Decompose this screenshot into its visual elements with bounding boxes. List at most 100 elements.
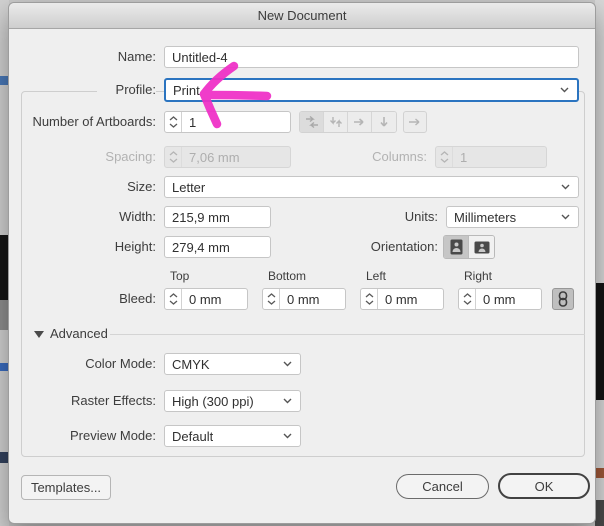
columns-stepper-field: 1: [435, 146, 547, 168]
spacing-label: Spacing:: [105, 149, 156, 164]
name-row: Name: Untitled-4: [9, 46, 595, 68]
stepper-down-icon: [365, 300, 373, 305]
background-patch: [595, 500, 604, 526]
height-row: Height: 279,4 mm Orientation:: [9, 235, 595, 259]
stepper-down-icon: [169, 300, 177, 305]
bleed-row: Bleed: 0 mm 0 mm 0 mm 0 mm: [9, 288, 595, 310]
stepper-icons[interactable]: [361, 289, 378, 309]
grid-by-row-icon[interactable]: [300, 112, 324, 132]
dropdown-chevron-icon: [283, 361, 292, 367]
raster-effects-dropdown[interactable]: High (300 ppi): [164, 390, 301, 412]
height-label: Height:: [114, 239, 156, 254]
portrait-orientation-icon: [450, 239, 462, 255]
landscape-orientation-button[interactable]: [469, 236, 494, 258]
stepper-up-icon: [463, 293, 471, 298]
orientation-label: Orientation:: [370, 239, 438, 254]
dropdown-chevron-icon: [561, 214, 570, 220]
bleed-labels-row: Top Bottom Left Right: [9, 269, 595, 283]
size-row: Size: Letter: [9, 176, 595, 198]
spacing-value: 7,06 mm: [189, 149, 240, 165]
artboards-label: Number of Artboards:: [32, 114, 156, 129]
background-patch: [595, 283, 604, 400]
width-input[interactable]: 215,9 mm: [164, 206, 271, 228]
bleed-bottom-value: 0 mm: [287, 291, 320, 307]
stepper-down-icon: [463, 300, 471, 305]
stepper-icons: [436, 147, 453, 167]
advanced-section-header[interactable]: Advanced: [9, 323, 595, 345]
color-mode-row: Color Mode: CMYK: [9, 353, 595, 375]
portrait-orientation-button[interactable]: [444, 236, 469, 258]
profile-label: Profile:: [97, 79, 156, 101]
dropdown-chevron-icon: [283, 433, 292, 439]
stepper-up-icon: [267, 293, 275, 298]
bleed-left-value: 0 mm: [385, 291, 418, 307]
columns-value: 1: [460, 149, 468, 165]
bleed-bottom-field[interactable]: 0 mm: [262, 288, 346, 310]
arrange-by-column-icon[interactable]: [372, 112, 396, 132]
preview-mode-row: Preview Mode: Default: [9, 425, 595, 447]
bleed-right-value: 0 mm: [483, 291, 516, 307]
stepper-up-icon: [169, 116, 177, 121]
stepper-down-icon: [440, 158, 448, 163]
bleed-top-value: 0 mm: [189, 291, 222, 307]
width-value: 215,9 mm: [172, 209, 230, 225]
size-dropdown[interactable]: Letter: [164, 176, 579, 198]
bleed-left-label: Left: [366, 269, 387, 283]
landscape-orientation-icon: [474, 241, 489, 253]
dialog-title: New Document: [257, 8, 347, 23]
raster-effects-value: High (300 ppi): [172, 393, 254, 409]
color-mode-value: CMYK: [172, 356, 210, 372]
units-dropdown[interactable]: Millimeters: [446, 206, 579, 228]
bleed-top-field[interactable]: 0 mm: [164, 288, 248, 310]
units-value: Millimeters: [454, 209, 517, 225]
advanced-divider: [110, 334, 585, 335]
artboards-row: Number of Artboards: 1: [9, 111, 595, 133]
color-mode-dropdown[interactable]: CMYK: [164, 353, 301, 375]
stepper-up-icon: [440, 151, 448, 156]
ok-button[interactable]: OK: [498, 473, 590, 499]
artboards-value: 1: [189, 114, 197, 130]
dropdown-chevron-icon: [283, 398, 292, 404]
cancel-button[interactable]: Cancel: [396, 474, 489, 499]
bleed-right-field[interactable]: 0 mm: [458, 288, 542, 310]
bleed-link-values-button[interactable]: [552, 288, 574, 310]
grid-by-column-icon[interactable]: [324, 112, 348, 132]
rtl-layout-button[interactable]: [403, 111, 427, 133]
stepper-down-icon: [169, 158, 177, 163]
preview-mode-value: Default: [172, 428, 214, 444]
preview-mode-label: Preview Mode:: [70, 428, 156, 443]
link-chain-icon: [558, 291, 568, 307]
advanced-disclosure-icon[interactable]: [34, 331, 44, 338]
stepper-icons[interactable]: [263, 289, 280, 309]
name-input[interactable]: Untitled-4: [164, 46, 579, 68]
orientation-buttons: [443, 235, 495, 259]
dialog-titlebar[interactable]: New Document: [9, 3, 595, 29]
raster-effects-label: Raster Effects:: [70, 393, 156, 408]
artboards-stepper-field[interactable]: 1: [164, 111, 291, 133]
columns-label: Columns:: [372, 149, 427, 164]
stepper-icons[interactable]: [459, 289, 476, 309]
stepper-icons[interactable]: [165, 289, 182, 309]
bleed-right-label: Right: [464, 269, 493, 283]
raster-effects-row: Raster Effects: High (300 ppi): [9, 390, 595, 412]
name-value: Untitled-4: [172, 49, 228, 65]
units-label: Units:: [404, 209, 438, 224]
width-label: Width:: [119, 209, 156, 224]
bleed-left-field[interactable]: 0 mm: [360, 288, 444, 310]
arrange-by-row-icon[interactable]: [348, 112, 372, 132]
color-mode-label: Color Mode:: [85, 356, 156, 371]
stepper-icons[interactable]: [165, 112, 182, 132]
bleed-label: Bleed:: [119, 291, 156, 306]
dropdown-chevron-icon: [560, 87, 569, 93]
preview-mode-dropdown[interactable]: Default: [164, 425, 301, 447]
height-input[interactable]: 279,4 mm: [164, 236, 271, 258]
profile-dropdown[interactable]: Print: [164, 78, 579, 102]
spacing-row: Spacing: 7,06 mm Columns: 1: [9, 146, 595, 168]
size-label: Size:: [127, 179, 156, 194]
dropdown-chevron-icon: [561, 184, 570, 190]
stepper-up-icon: [365, 293, 373, 298]
templates-button[interactable]: Templates...: [21, 475, 111, 500]
spacing-stepper-field: 7,06 mm: [164, 146, 291, 168]
screenshot: { "window": { "title": "New Document" },…: [0, 0, 604, 526]
background-patch: [595, 468, 604, 478]
